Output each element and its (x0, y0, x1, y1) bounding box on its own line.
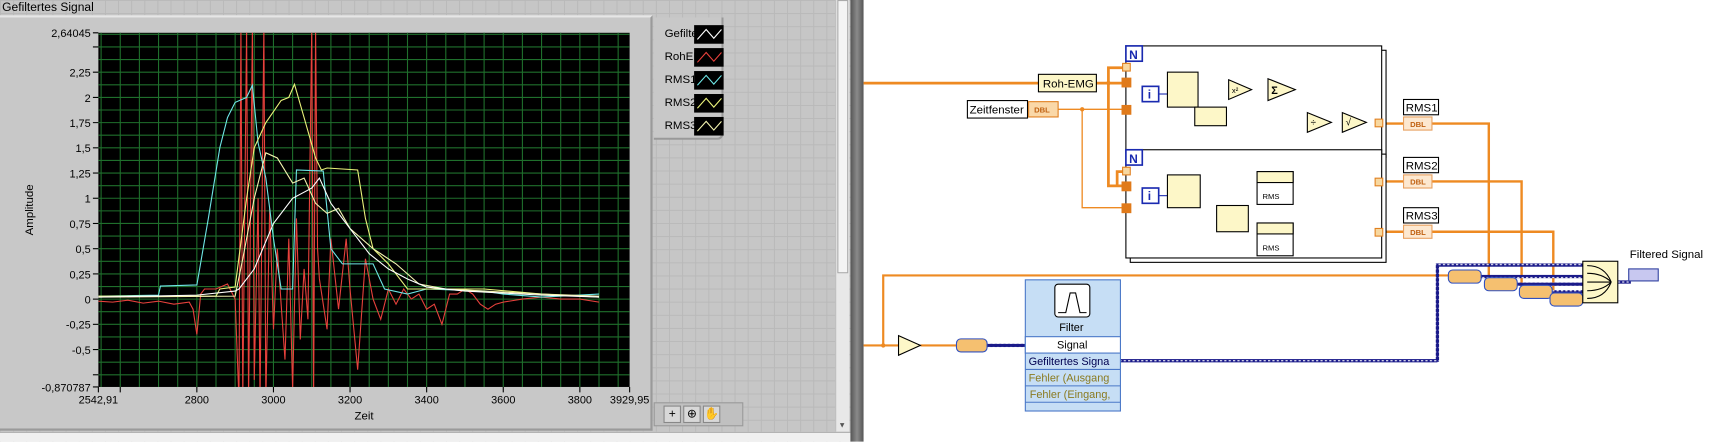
legend-line-swatch (694, 25, 724, 44)
svg-text:RMS: RMS (1263, 243, 1280, 252)
x-tick-label: 3400 (414, 394, 438, 406)
zoom-icon[interactable]: ⊕ (683, 405, 701, 424)
pan-hand-icon[interactable]: ✋ (702, 405, 721, 424)
y-tick-label: -0,25 (66, 320, 91, 332)
filtered-signal-indicator[interactable] (1628, 268, 1659, 282)
svg-text:x²: x² (1232, 86, 1239, 95)
array-subset-node (1166, 71, 1199, 108)
chart-svg: 2,64045 2,25 2 1,75 1,5 1,25 1 0,75 0,5 0,25 0 -0,2… (24, 28, 650, 423)
graph-palette: + ⊕ ✋ (653, 402, 744, 427)
legend-label: RMS1 (664, 73, 697, 87)
svg-text:DBL: DBL (1410, 228, 1426, 237)
scroll-down-icon[interactable]: ▼ (838, 422, 846, 430)
x-tick-label: 3929,95 (610, 394, 649, 406)
x-tick-label: 2542,91 (79, 394, 118, 406)
y-tick-label: 0 (85, 294, 91, 306)
block-diagram: N i x² Σ ÷ √ N i RMS RMS Roh-EMG Zeitfen… (863, 45, 1703, 412)
svg-text:Roh-EMG: Roh-EMG (1043, 78, 1094, 90)
filter-title: Filter (1059, 322, 1084, 334)
y-tick-label: 2 (85, 93, 91, 105)
scrollbar-thumb[interactable] (837, 0, 849, 274)
y-tick-label: 0,25 (69, 269, 90, 281)
gain-node (897, 334, 922, 357)
svg-text:N: N (1129, 152, 1138, 166)
y-axis-label: Amplitude (24, 184, 36, 235)
rms3-label: RMS3 (1406, 211, 1438, 223)
svg-text:Σ: Σ (1271, 85, 1278, 97)
filter-error-in: Fehler (Eingang, (1030, 389, 1111, 401)
y-tick-label: 1,25 (69, 168, 90, 180)
x-tick-label: 3600 (491, 394, 515, 406)
svg-text:DBL: DBL (1410, 120, 1426, 129)
svg-text:i: i (1148, 189, 1151, 203)
legend-item-rms1[interactable]: RMS1 (665, 68, 724, 92)
front-panel: Gefiltertes Signal 2,64045 2,25 2 1,75 1,5 1,… (0, 0, 851, 442)
loop-count-terminal: N (1129, 48, 1138, 62)
horizontal-scrollbar[interactable] (0, 431, 851, 442)
y-tick-label: 0,75 (69, 219, 90, 231)
y-tick-label: -0,870787 (42, 382, 91, 394)
filter-error-out: Fehler (Ausgang (1029, 372, 1110, 384)
y-tick-label: 0,5 (76, 244, 91, 256)
filter-output-signal: Gefiltertes Signa (1029, 356, 1111, 368)
filter-express-vi[interactable]: Filter Signal Gefiltertes Signa Fehler (… (1024, 279, 1121, 412)
x-tick-label: 3800 (568, 394, 592, 406)
signal-wire (863, 274, 1449, 347)
x-axis-label: Zeit (354, 411, 374, 423)
array-size-node (1194, 106, 1228, 127)
y-tick-label: 1,75 (69, 118, 90, 130)
legend-item-gefiltert[interactable]: Gefiltert (665, 22, 724, 46)
graph-title: Gefiltertes Signal (2, 1, 94, 15)
plot-legend[interactable]: Gefiltert RohEMG RMS1 RMS2 RMS3 (653, 17, 724, 140)
rms2-label: RMS2 (1406, 160, 1438, 172)
vertical-scrollbar[interactable]: ▼ (835, 0, 850, 432)
legend-line-swatch (694, 48, 724, 67)
y-tick-label: 2,25 (69, 68, 90, 80)
y-tick-label: -0,5 (72, 345, 91, 357)
cursor-icon[interactable]: + (663, 405, 682, 424)
svg-text:RMS: RMS (1263, 192, 1280, 201)
filtered-signal-label: Filtered Signal (1630, 249, 1703, 261)
legend-line-swatch (694, 71, 724, 90)
legend-line-swatch (694, 116, 724, 136)
legend-line-swatch (694, 94, 724, 113)
svg-text:DBL: DBL (1410, 178, 1426, 187)
loop-index-terminal: i (1148, 87, 1151, 101)
svg-text:√: √ (1346, 118, 1352, 129)
svg-text:DBL: DBL (1034, 106, 1050, 115)
window-divider (850, 0, 864, 442)
y-tick-label: 2,64045 (51, 28, 90, 40)
y-tick-label: 1 (85, 194, 91, 206)
waveform-chart: 2,64045 2,25 2 1,75 1,5 1,25 1 0,75 0,5 0,25 0 -0,2… (0, 15, 653, 431)
legend-item-rohemg[interactable]: RohEMG (665, 45, 724, 69)
rms1-label: RMS1 (1406, 102, 1438, 114)
x-tick-label: 3000 (261, 394, 285, 406)
legend-item-rms2[interactable]: RMS2 (665, 91, 724, 115)
y-tick-label: 1,5 (76, 143, 91, 155)
legend-label: RMS3 (664, 119, 697, 133)
legend-item-rms3[interactable]: RMS3 (665, 114, 724, 138)
svg-text:÷: ÷ (1311, 118, 1317, 129)
zeitfenster-wire (1058, 108, 1126, 209)
legend-label: RMS2 (664, 96, 697, 110)
x-tick-label: 2800 (185, 394, 209, 406)
for-loop-1: N i x² Σ ÷ √ (1121, 45, 1387, 158)
filter-input-signal: Signal (1057, 340, 1087, 352)
for-loop-2: N i RMS RMS (1121, 148, 1387, 263)
x-tick-label: 3200 (338, 394, 362, 406)
zeitfenster-label: Zeitfenster (970, 105, 1024, 117)
